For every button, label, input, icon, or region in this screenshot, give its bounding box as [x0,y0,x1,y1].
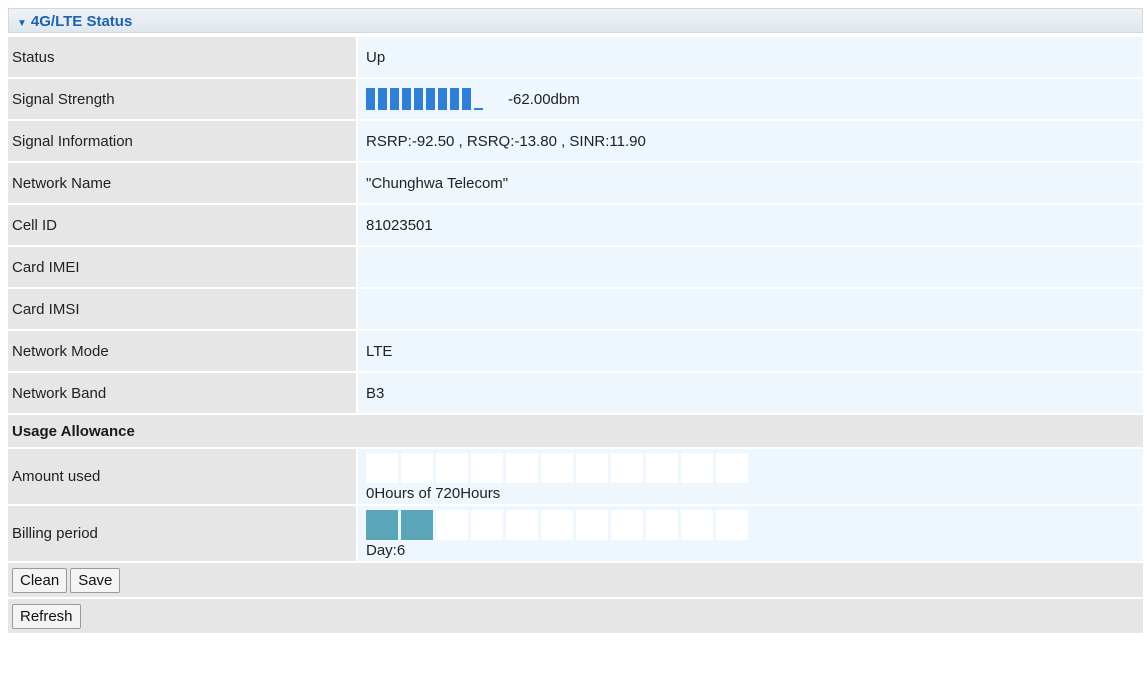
section-usage-allowance: Usage Allowance [8,415,1143,447]
meter-cell-empty [716,453,748,483]
signal-bar-empty [474,106,483,110]
billing-period-meter [366,510,1143,540]
signal-bar-filled [378,88,387,110]
row-signal-strength: Signal Strength -62.00dbm [8,79,1143,119]
row-value [358,247,1143,287]
row-network-name: Network Name "Chunghwa Telecom" [8,163,1143,203]
meter-cell-empty [471,510,503,540]
meter-cell-empty [681,453,713,483]
row-card-imsi: Card IMSI [8,289,1143,329]
meter-cell-empty [366,453,398,483]
meter-cell-empty [611,453,643,483]
refresh-row: Refresh [8,599,1143,633]
refresh-button[interactable]: Refresh [12,603,81,629]
meter-cell-empty [611,510,643,540]
row-label: Cell ID [8,205,358,245]
meter-cell-empty [716,510,748,540]
row-label: Signal Strength [8,79,358,119]
meter-cell-empty [436,453,468,483]
meter-cell-empty [646,453,678,483]
signal-bar-filled [414,88,423,110]
meter-cell-empty [471,453,503,483]
meter-cell-filled [401,510,433,540]
row-label: Network Name [8,163,358,203]
meter-cell-empty [541,510,573,540]
collapse-triangle-icon[interactable]: ▼ [17,18,27,29]
row-value: "Chunghwa Telecom" [358,163,1143,203]
signal-bar-filled [438,88,447,110]
signal-bar-filled [426,88,435,110]
signal-bar-filled [366,88,375,110]
meter-cell-empty [576,453,608,483]
panel-header[interactable]: ▼ 4G/LTE Status [8,8,1143,33]
amount-used-meter [366,453,1143,483]
row-cell-id: Cell ID 81023501 [8,205,1143,245]
clean-button[interactable]: Clean [12,567,68,593]
meter-cell-empty [576,510,608,540]
row-value: Up [358,37,1143,77]
row-network-mode: Network Mode LTE [8,331,1143,371]
row-card-imei: Card IMEI [8,247,1143,287]
row-value: 81023501 [358,205,1143,245]
meter-cell-empty [436,510,468,540]
signal-strength-bars [366,88,486,110]
row-signal-information: Signal Information RSRP:-92.50 , RSRQ:-1… [8,121,1143,161]
meter-cell-empty [506,510,538,540]
row-value: B3 [358,373,1143,413]
action-row: Clean Save [8,563,1143,597]
billing-period-text: Day:6 [366,542,406,559]
meter-cell-empty [541,453,573,483]
meter-cell-filled [366,510,398,540]
row-label: Card IMEI [8,247,358,287]
row-value [358,289,1143,329]
row-value: LTE [358,331,1143,371]
signal-bar-filled [462,88,471,110]
amount-used-text: 0Hours of 720Hours [366,485,501,502]
row-value: RSRP:-92.50 , RSRQ:-13.80 , SINR:11.90 [358,121,1143,161]
row-label: Network Mode [8,331,358,371]
row-label: Card IMSI [8,289,358,329]
meter-cell-empty [401,453,433,483]
row-label: Amount used [8,449,358,504]
row-network-band: Network Band B3 [8,373,1143,413]
panel-title: 4G/LTE Status [30,13,133,30]
signal-bar-filled [390,88,399,110]
signal-bar-filled [450,88,459,110]
row-billing-period: Billing period Day:6 [8,506,1143,561]
meter-cell-empty [506,453,538,483]
meter-cell-empty [646,510,678,540]
save-button[interactable]: Save [70,567,121,593]
row-label: Billing period [8,506,358,561]
row-label: Signal Information [8,121,358,161]
row-label: Network Band [8,373,358,413]
meter-cell-empty [681,510,713,540]
row-label: Status [8,37,358,77]
row-amount-used: Amount used 0Hours of 720Hours [8,449,1143,504]
status-table: Status Up Signal Strength -62.00dbm Sign… [8,35,1143,635]
signal-strength-value: -62.00dbm [508,90,580,108]
row-status: Status Up [8,37,1143,77]
lte-status-panel: ▼ 4G/LTE Status Status Up Signal Strength… [8,8,1143,635]
section-title: Usage Allowance [8,415,1143,447]
signal-bar-filled [402,88,411,110]
